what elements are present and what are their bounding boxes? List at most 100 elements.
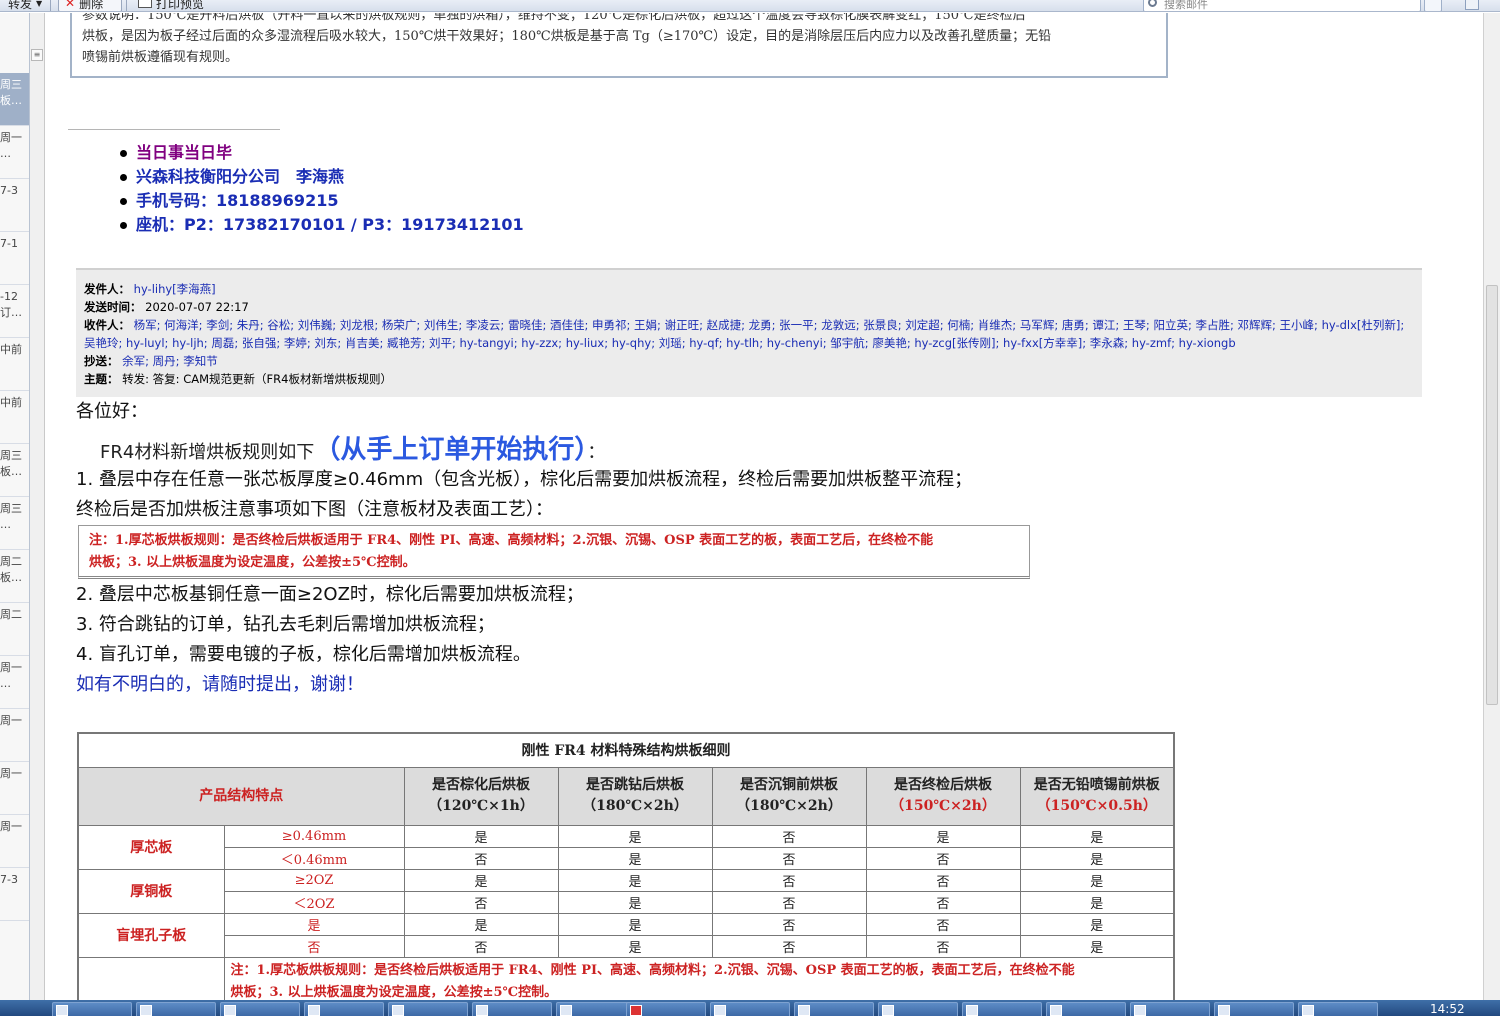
rule-1-note-intro: 终检后是否加烘板注意事项如下图（注意板材及表面工艺）： — [76, 499, 553, 520]
column-header-title: 是否沉铜前烘板 — [740, 777, 838, 793]
table-cell: 是 — [557, 934, 713, 958]
taskbar: 14:52 — [0, 1000, 1500, 1016]
message-list-item[interactable]: 周三 板… — [0, 73, 29, 126]
message-list-item[interactable]: 周三 板… — [0, 444, 29, 497]
rule-3: 3. 符合跳钻的订单，钻孔去毛刺后需增加烘板流程； — [76, 614, 495, 635]
message-list-item[interactable]: 周一 — [0, 709, 29, 762]
message-list-item[interactable]: 周二 板… — [0, 550, 29, 603]
print-preview-button[interactable]: 打印预览 — [132, 0, 210, 11]
delete-label: 删除 — [79, 0, 104, 11]
column-header-condition: （120℃×1h） — [428, 798, 534, 814]
app-icon — [308, 1005, 320, 1016]
signature-company: 兴森科技衡阳分公司 李海燕 — [120, 165, 524, 189]
taskbar-button[interactable] — [472, 1002, 552, 1016]
column-header-title: 是否无铅喷锡前烘板 — [1033, 777, 1160, 793]
to-recipients[interactable]: 杨军; 何海洋; 李剑; 朱丹; 谷松; 刘伟巍; 刘龙根; 杨荣广; 刘伟生;… — [84, 318, 1404, 350]
intro-suffix: ： — [587, 442, 606, 463]
taskbar-button[interactable] — [1214, 1002, 1294, 1016]
message-list-item[interactable]: 中前 — [0, 391, 29, 444]
table-cell: 是 — [1019, 846, 1175, 870]
table-cell: 是 — [1019, 868, 1175, 892]
delete-button[interactable]: ✕ 删除 — [58, 0, 122, 11]
app-icon — [224, 1005, 236, 1016]
pdf-icon — [630, 1005, 642, 1016]
toolbar-divider — [50, 0, 51, 11]
list-scrollbar[interactable]: ≡ — [30, 13, 45, 1000]
cc-recipients[interactable]: 余军; 周丹; 李知节 — [122, 354, 218, 368]
app-icon — [882, 1005, 894, 1016]
app-icon — [56, 1005, 68, 1016]
taskbar-button[interactable] — [136, 1002, 216, 1016]
message-list-item[interactable]: 周一 … — [0, 656, 29, 709]
app-icon — [560, 1005, 572, 1016]
param-line-1: 参数说明：150℃是开料后烘板（开料一直以来的烘板规则，单独的烘箱），维持不变；… — [82, 13, 1026, 23]
from-link[interactable]: hy-lihy[李海燕] — [134, 282, 216, 296]
taskbar-button[interactable] — [388, 1002, 468, 1016]
app-icon — [714, 1005, 726, 1016]
app-icon — [798, 1005, 810, 1016]
taskbar-button[interactable] — [794, 1002, 874, 1016]
message-list-item[interactable]: 周一 … — [0, 126, 29, 179]
table-cell: 否 — [865, 868, 1021, 892]
taskbar-button[interactable] — [626, 1002, 706, 1016]
scroll-thumb[interactable] — [1486, 285, 1498, 705]
table-row: 厚芯板 ≥0.46mm 是是否是是 — [77, 824, 1175, 870]
search-options-button[interactable] — [1424, 0, 1442, 11]
message-list-item[interactable]: -12 订… — [0, 285, 29, 338]
search-input[interactable]: 搜索邮件 — [1143, 0, 1421, 11]
message-reading-pane: 参数说明：150℃是开料后烘板（开料一直以来的烘板规则，单独的烘箱），维持不变；… — [46, 13, 1482, 1000]
table-cell: 是 — [1019, 890, 1175, 914]
table-note: 注：1.厚芯板烘板规则：是否终检后烘板适用于 FR4、刚性 PI、高速、高频材料… — [223, 956, 1175, 1000]
table-cell: 否 — [865, 934, 1021, 958]
closing-line: 如有不明白的，请随时提出，谢谢！ — [76, 674, 364, 695]
taskbar-clock: 14:52 — [1430, 1002, 1465, 1016]
column-header-condition: （180℃×2h） — [582, 798, 688, 814]
table-note-line-2: 烘板；3. 以上烘板温度为设定温度，公差按±5℃控制。 — [230, 984, 558, 1000]
table-note-row: 注：1.厚芯板烘板规则：是否终检后烘板适用于 FR4、刚性 PI、高速、高频材料… — [77, 956, 1175, 1000]
table-cell: 是 — [1019, 912, 1175, 936]
taskbar-button[interactable] — [304, 1002, 384, 1016]
from-label: 发件人： — [84, 282, 130, 296]
time-value: 2020-07-07 22:17 — [145, 300, 249, 314]
taskbar-button[interactable] — [220, 1002, 300, 1016]
message-list-item[interactable]: 周三 … — [0, 497, 29, 550]
message-list-item[interactable]: 周一 — [0, 762, 29, 815]
greeting: 各位好： — [76, 401, 148, 422]
table-cell: 否 — [865, 846, 1021, 870]
taskbar-button[interactable] — [1298, 1002, 1378, 1016]
taskbar-button[interactable] — [962, 1002, 1042, 1016]
taskbar-button[interactable] — [556, 1002, 636, 1016]
message-list-item[interactable]: 7-1 — [0, 232, 29, 285]
table-cell: 是 — [403, 824, 559, 848]
subject-value: 转发: 答复: CAM规范更新（FR4板材新增烘板规则） — [122, 372, 392, 386]
structure-category: 盲埋孔子板 — [77, 912, 225, 958]
toolbar-extra-button[interactable] — [1465, 0, 1479, 10]
message-list-item[interactable]: 中前 — [0, 338, 29, 391]
list-scroll-button[interactable]: ≡ — [31, 49, 43, 61]
message-list-item[interactable]: 7-3 — [0, 868, 29, 921]
table-cell: 是 — [1019, 824, 1175, 848]
baking-rules-table: 刚性 FR4 材料特殊结构烘板细则 产品结构特点 是否棕化后烘板 （120℃×1h… — [77, 732, 1175, 1000]
forward-button[interactable]: 转发 ▼ — [2, 0, 48, 11]
table-cell: 否 — [403, 934, 559, 958]
message-list-item[interactable]: 周一 — [0, 815, 29, 868]
search-placeholder: 搜索邮件 — [1164, 0, 1208, 11]
message-list-item[interactable]: 周二 — [0, 603, 29, 656]
print-preview-label: 打印预览 — [156, 0, 205, 11]
taskbar-button[interactable] — [710, 1002, 790, 1016]
message-list-item[interactable]: 7-3 — [0, 179, 29, 232]
table-cell: 否 — [711, 934, 867, 958]
table-cell: 是 — [557, 890, 713, 914]
taskbar-button[interactable] — [52, 1002, 132, 1016]
signature-divider — [68, 129, 280, 130]
taskbar-button[interactable] — [1046, 1002, 1126, 1016]
structure-condition: ≥0.46mm — [223, 824, 405, 848]
printer-icon — [138, 0, 152, 8]
table-cell: 否 — [711, 824, 867, 848]
taskbar-button[interactable] — [878, 1002, 958, 1016]
content-scrollbar[interactable] — [1483, 13, 1500, 1000]
search-icon — [1148, 0, 1157, 7]
taskbar-button[interactable] — [1130, 1002, 1210, 1016]
toolbar-divider — [126, 0, 127, 11]
table-cell: 是 — [865, 824, 1021, 848]
